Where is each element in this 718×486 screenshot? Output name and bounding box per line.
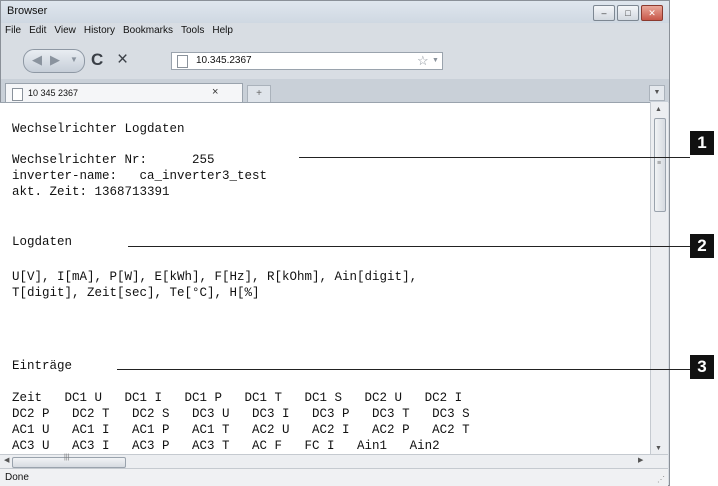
title-bar: Browser – □ ✕ bbox=[1, 1, 669, 23]
scroll-down-icon[interactable]: ▼ bbox=[655, 445, 662, 452]
menu-bar: File Edit View History Bookmarks Tools H… bbox=[1, 23, 669, 39]
vertical-scrollbar[interactable]: ▲ ≡ ▼ bbox=[650, 102, 668, 454]
tab-list-dropdown[interactable]: ▼ bbox=[649, 85, 665, 101]
callout-line-3 bbox=[117, 369, 690, 370]
back-forward-group: ◀ ▶ ▼ bbox=[23, 49, 85, 73]
navigation-toolbar: ◀ ▶ ▼ C × 10.345.2367 ☆ ▼ bbox=[1, 39, 669, 79]
tab-strip: 10 345 2367 × + ▼ bbox=[1, 79, 669, 103]
grip-icon: ≡ bbox=[657, 160, 662, 167]
minimize-button[interactable]: – bbox=[593, 5, 615, 21]
address-text[interactable]: 10.345.2367 bbox=[196, 55, 252, 66]
new-tab-button[interactable]: + bbox=[247, 85, 271, 102]
page-icon bbox=[12, 88, 23, 101]
menu-tools[interactable]: Tools bbox=[181, 23, 204, 39]
page-title: Wechselrichter Logdaten bbox=[12, 122, 185, 136]
status-bar: Done ⋰ bbox=[0, 468, 668, 486]
logdata-heading: Logdaten bbox=[12, 235, 73, 249]
bookmark-star-icon[interactable]: ☆ bbox=[417, 53, 429, 69]
back-button[interactable]: ◀ bbox=[32, 52, 42, 68]
tab-title: 10 345 2367 bbox=[28, 88, 79, 98]
current-time: akt. Zeit: 1368713391 bbox=[12, 185, 170, 199]
callout-line-2 bbox=[128, 246, 690, 247]
page-icon bbox=[177, 55, 188, 68]
callout-1: 1 bbox=[690, 131, 714, 155]
menu-edit[interactable]: Edit bbox=[29, 23, 46, 39]
callout-3: 3 bbox=[690, 355, 714, 379]
scroll-up-icon[interactable]: ▲ bbox=[655, 106, 662, 113]
address-bar[interactable]: 10.345.2367 ☆ ▼ bbox=[171, 52, 443, 70]
callout-2: 2 bbox=[690, 234, 714, 258]
entries-heading: Einträge bbox=[12, 359, 73, 373]
window-controls: – □ ✕ bbox=[593, 5, 663, 21]
maximize-button[interactable]: □ bbox=[617, 5, 639, 21]
tab-close-button[interactable]: × bbox=[212, 86, 218, 98]
entries-row: AC3 U AC3 I AC3 P AC3 T AC F FC I Ain1 A… bbox=[12, 439, 440, 453]
scroll-left-icon[interactable]: ◀ bbox=[4, 456, 9, 464]
menu-history[interactable]: History bbox=[84, 23, 115, 39]
scroll-right-icon[interactable]: ▶ bbox=[638, 456, 643, 464]
units-line: T[digit], Zeit[sec], Te[°C], H[%] bbox=[12, 286, 260, 300]
window-title: Browser bbox=[7, 5, 48, 17]
entries-row: Zeit DC1 U DC1 I DC1 P DC1 T DC1 S DC2 U… bbox=[12, 391, 463, 405]
inverter-number: Wechselrichter Nr: 255 bbox=[12, 153, 215, 167]
reload-button[interactable]: C bbox=[91, 50, 103, 70]
status-text: Done bbox=[5, 472, 29, 483]
resize-grip-icon[interactable]: ⋰ bbox=[657, 475, 665, 484]
horizontal-scrollbar[interactable]: ◀ ||| ▶ bbox=[0, 454, 668, 468]
stop-button[interactable]: × bbox=[117, 49, 128, 71]
chevron-down-icon[interactable]: ▼ bbox=[432, 57, 439, 64]
entries-row: AC1 U AC1 I AC1 P AC1 T AC2 U AC2 I AC2 … bbox=[12, 423, 470, 437]
history-dropdown-icon[interactable]: ▼ bbox=[70, 55, 78, 64]
close-button[interactable]: ✕ bbox=[641, 5, 663, 21]
inverter-name: inverter-name: ca_inverter3_test bbox=[12, 169, 268, 183]
menu-bookmarks[interactable]: Bookmarks bbox=[123, 23, 173, 39]
menu-view[interactable]: View bbox=[54, 23, 76, 39]
menu-help[interactable]: Help bbox=[212, 23, 233, 39]
tab-active[interactable]: 10 345 2367 × bbox=[5, 83, 243, 103]
callout-line-1 bbox=[299, 157, 690, 158]
page-content: Wechselrichter Logdaten Wechselrichter N… bbox=[0, 102, 650, 454]
entries-row: DC2 P DC2 T DC2 S DC3 U DC3 I DC3 P DC3 … bbox=[12, 407, 470, 421]
grip-icon: ||| bbox=[64, 454, 70, 461]
units-line: U[V], I[mA], P[W], E[kWh], F[Hz], R[kOhm… bbox=[12, 270, 418, 284]
forward-button[interactable]: ▶ bbox=[50, 52, 60, 68]
menu-file[interactable]: File bbox=[5, 23, 21, 39]
